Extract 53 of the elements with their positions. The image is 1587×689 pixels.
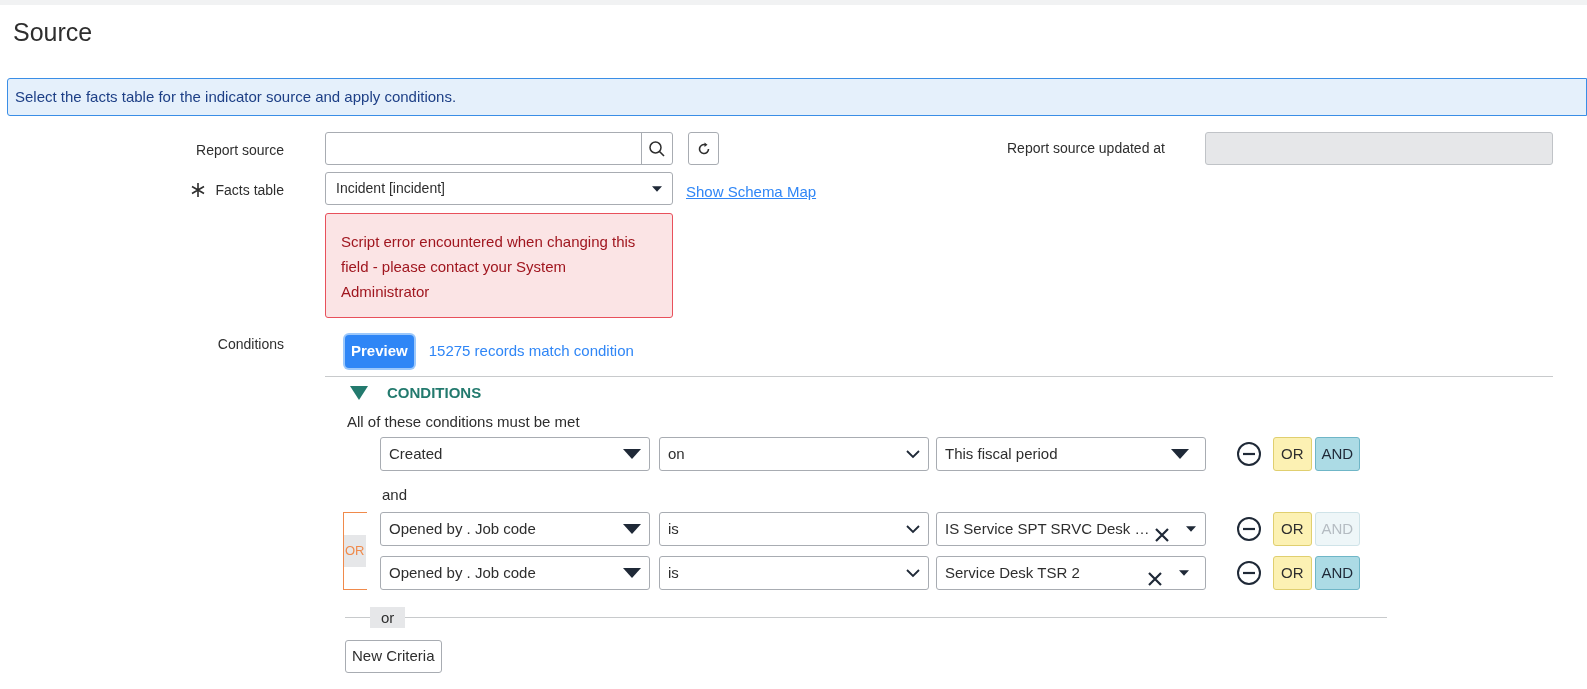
field-label: Report source updated at (1007, 139, 1165, 158)
show-schema-map-link[interactable]: Show Schema Map (686, 181, 817, 204)
or-group-label: OR (344, 535, 366, 567)
value-text: Service Desk TSR 2 (945, 562, 1081, 583)
conditions-intro: All of these conditions must be met (347, 412, 581, 431)
field-select[interactable]: Created (380, 437, 650, 471)
caret-icon (1171, 449, 1189, 459)
value-field[interactable]: Service Desk TSR 2 (936, 556, 1206, 590)
collapse-triangle-icon[interactable] (350, 386, 368, 400)
preview-button[interactable]: Preview (345, 335, 414, 368)
remove-icon[interactable] (1236, 516, 1262, 542)
caret-icon (652, 184, 662, 193)
field-select[interactable]: Opened by . Job code (380, 512, 650, 546)
or-button[interactable]: OR (1273, 437, 1312, 471)
clear-icon[interactable] (1147, 571, 1163, 587)
operator-select[interactable]: is (659, 512, 929, 546)
field-label: Report source (196, 141, 284, 160)
chevron-down-icon (906, 568, 920, 578)
value-text: IS Service SPT SRVC Desk … (945, 518, 1150, 539)
new-criteria-button[interactable]: New Criteria (345, 640, 442, 673)
or-button[interactable]: OR (1273, 556, 1312, 590)
caret-icon (623, 449, 641, 459)
field-label: Facts table (215, 180, 284, 200)
clear-icon[interactable] (1153, 527, 1170, 543)
remove-icon[interactable] (1236, 560, 1262, 586)
field-label: Conditions (217, 335, 284, 354)
operator-select[interactable]: is (659, 556, 929, 590)
and-joiner: and (382, 485, 409, 504)
and-button[interactable]: AND (1314, 437, 1361, 471)
caret-icon (1179, 569, 1189, 577)
remove-icon[interactable] (1236, 441, 1262, 467)
page-title: Source (13, 17, 94, 48)
conditions-header: CONDITIONS (387, 382, 482, 403)
match-count-text: 15275 records match condition (428, 341, 634, 362)
caret-icon (623, 568, 641, 578)
value-text: This fiscal period (945, 443, 1059, 464)
chevron-down-icon (906, 524, 920, 534)
error-message: Script error encountered when changing this field - please contact your System Administrator (325, 213, 673, 318)
or-separator: or (370, 607, 406, 628)
caret-icon (1185, 525, 1196, 533)
search-icon[interactable] (648, 139, 666, 158)
refresh-button[interactable] (688, 132, 719, 165)
and-button[interactable]: AND (1314, 556, 1361, 590)
field-select[interactable]: Opened by . Job code (380, 556, 650, 590)
report-source-field[interactable] (325, 132, 673, 165)
chevron-down-icon (906, 449, 920, 459)
value-field[interactable]: This fiscal period (936, 437, 1206, 471)
facts-table-select[interactable]: Incident [incident] (325, 172, 673, 205)
value-field[interactable]: IS Service SPT SRVC Desk … (936, 512, 1206, 546)
info-banner: Select the facts table for the indicator source and apply conditions. (7, 78, 1587, 116)
operator-select[interactable]: on (659, 437, 929, 471)
caret-icon (623, 524, 641, 534)
or-button[interactable]: OR (1273, 512, 1312, 546)
